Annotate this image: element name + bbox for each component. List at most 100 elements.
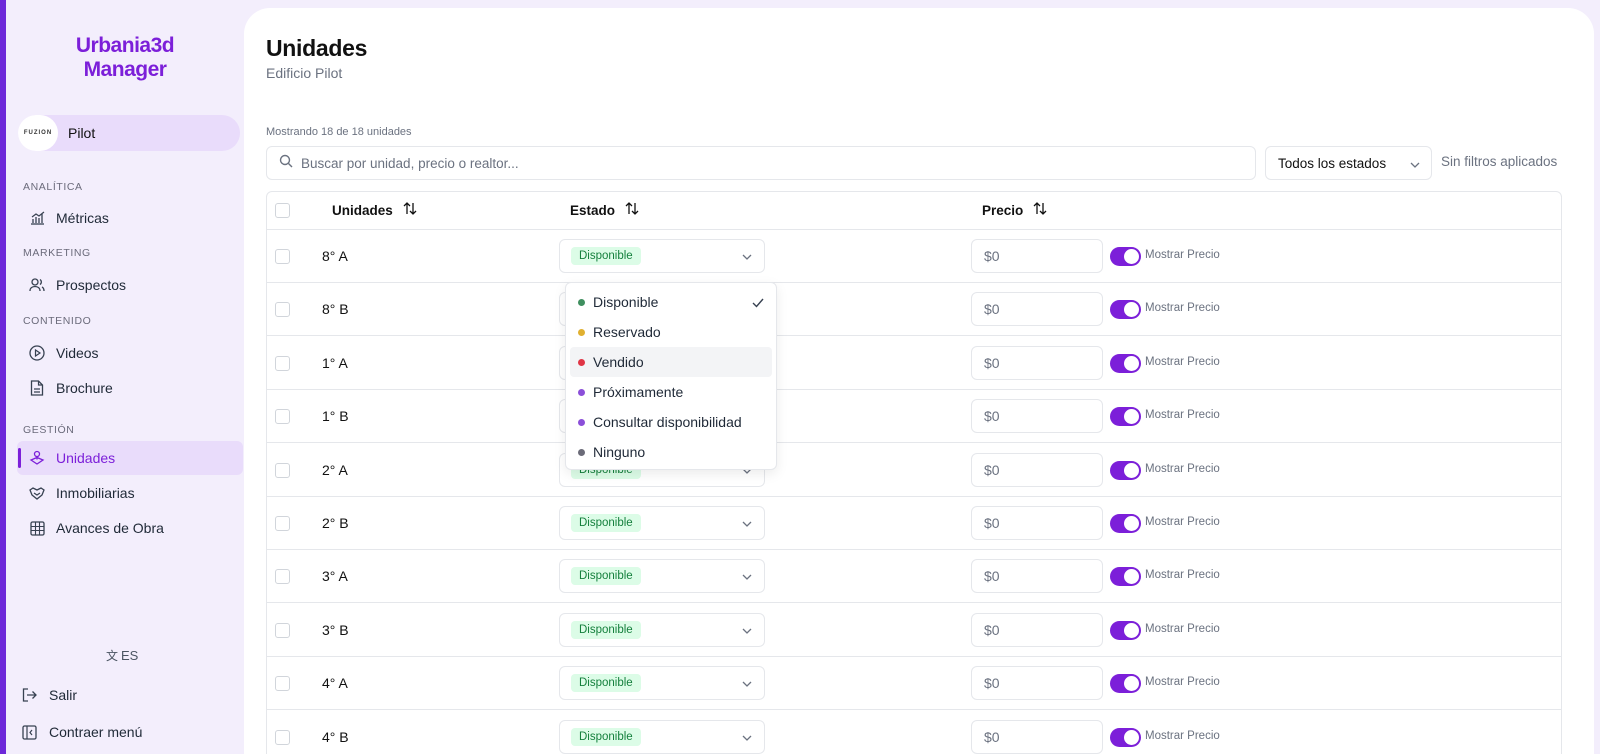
show-price-toggle[interactable] — [1110, 460, 1141, 480]
show-price-toggle[interactable] — [1110, 247, 1141, 266]
section-title-marketing: MARKETING — [23, 247, 91, 259]
price-input[interactable]: $0 — [971, 612, 1103, 647]
logo-line-2: Manager — [83, 58, 167, 81]
row-checkbox[interactable] — [275, 409, 290, 425]
select-all-checkbox[interactable] — [275, 203, 290, 218]
unit-name: 8° B — [322, 301, 349, 318]
price-input[interactable]: $0 — [971, 719, 1103, 754]
chevron-down-icon — [742, 621, 752, 639]
dropdown-option[interactable]: Reservado — [570, 317, 772, 347]
sidebar-item-unidades[interactable]: Unidades — [17, 441, 243, 475]
price-input[interactable]: $0 — [971, 239, 1103, 273]
language-label: ES — [121, 648, 139, 663]
collapse-menu-button[interactable]: Contraer menú — [22, 721, 142, 743]
sidebar-item-videos[interactable]: Videos — [17, 336, 243, 370]
price-input[interactable]: $0 — [971, 506, 1103, 540]
table-row: 2° B Disponible $0 Mostrar Precio — [267, 497, 1561, 550]
status-select[interactable]: Disponible — [559, 612, 765, 647]
row-checkbox[interactable] — [275, 569, 290, 585]
table-row: 3° A Disponible $0 Mostrar Precio — [267, 550, 1561, 604]
section-title-contenido: CONTENIDO — [23, 315, 92, 327]
status-select[interactable]: Disponible — [559, 559, 765, 594]
table-row: 8° B Disponible $0 Mostrar Precio — [267, 283, 1561, 337]
status-dot — [578, 358, 585, 366]
unit-name: 2° A — [322, 461, 348, 478]
app-logo[interactable]: Urbania3d Manager — [6, 34, 244, 82]
page-subtitle: Edificio Pilot — [266, 65, 343, 81]
show-price-toggle[interactable] — [1110, 514, 1141, 533]
section-title-analitica: ANALÍTICA — [23, 181, 83, 193]
show-price-toggle[interactable] — [1110, 353, 1141, 373]
status-select[interactable]: Disponible — [559, 719, 765, 754]
status-select[interactable]: Disponible — [559, 666, 765, 701]
show-price-toggle[interactable] — [1110, 727, 1141, 747]
logout-icon — [22, 687, 38, 703]
row-checkbox[interactable] — [275, 676, 290, 692]
state-filter-select[interactable]: Todos los estados — [1265, 146, 1432, 180]
dropdown-option[interactable]: Vendido — [570, 347, 772, 377]
project-selector[interactable]: FUZION Pilot — [18, 115, 240, 151]
option-label: Ninguno — [593, 444, 646, 460]
show-price-toggle[interactable] — [1110, 300, 1141, 320]
dropdown-option[interactable]: Ninguno — [570, 437, 772, 467]
column-header-estado[interactable]: Estado — [570, 202, 639, 218]
dropdown-option[interactable]: Próximamente — [570, 377, 772, 407]
search-input[interactable] — [301, 155, 1221, 171]
dropdown-option[interactable]: Consultar disponibilidad — [570, 407, 772, 437]
price-input[interactable]: $0 — [971, 345, 1103, 380]
column-header-unidades[interactable]: Unidades — [332, 202, 417, 218]
page-title: Unidades — [266, 35, 368, 61]
status-select[interactable]: Disponible — [559, 239, 765, 273]
logo-line-1: Urbania3d — [75, 34, 175, 57]
price-input[interactable]: $0 — [971, 452, 1103, 487]
sidebar-item-brochure[interactable]: Brochure — [17, 371, 243, 405]
sidebar-item-label: Inmobiliarias — [56, 485, 135, 501]
status-badge: Disponible — [571, 514, 641, 532]
row-checkbox[interactable] — [275, 302, 290, 318]
show-price-toggle[interactable] — [1110, 407, 1141, 427]
project-name: Pilot — [68, 125, 96, 141]
status-badge: Disponible — [571, 727, 641, 746]
price-input[interactable]: $0 — [971, 559, 1103, 594]
sidebar-item-metricas[interactable]: Métricas — [17, 201, 243, 235]
status-select[interactable]: Disponible — [559, 506, 765, 540]
sidebar-item-inmobiliarias[interactable]: Inmobiliarias — [17, 476, 243, 510]
sidebar-item-prospectos[interactable]: Prospectos — [17, 268, 243, 302]
show-price-label: Mostrar Precio — [1145, 249, 1220, 261]
status-badge: Disponible — [571, 247, 641, 265]
chevron-down-icon — [742, 728, 752, 746]
row-checkbox[interactable] — [275, 622, 290, 638]
chevron-down-icon — [1410, 156, 1420, 171]
column-label: Unidades — [332, 202, 393, 218]
show-price-toggle[interactable] — [1110, 567, 1141, 587]
sidebar-item-avances-de-obra[interactable]: Avances de Obra — [17, 511, 243, 545]
sort-icon — [403, 202, 417, 218]
column-label: Estado — [570, 202, 616, 218]
state-filter-value: Todos los estados — [1278, 155, 1387, 171]
search-box[interactable] — [266, 146, 1256, 180]
option-label: Disponible — [593, 294, 659, 310]
show-price-label: Mostrar Precio — [1145, 409, 1220, 422]
column-header-precio[interactable]: Precio — [982, 202, 1047, 218]
price-input[interactable]: $0 — [971, 399, 1103, 434]
show-price-label: Mostrar Precio — [1145, 302, 1220, 315]
sort-icon — [625, 202, 639, 218]
language-selector[interactable]: 文 ES — [106, 647, 138, 664]
sidebar-collapse-icon — [22, 724, 38, 740]
dropdown-option[interactable]: Disponible — [570, 287, 772, 317]
show-price-toggle[interactable] — [1110, 620, 1141, 640]
row-checkbox[interactable] — [275, 462, 290, 478]
price-input[interactable]: $0 — [971, 292, 1103, 327]
price-input[interactable]: $0 — [971, 666, 1103, 701]
logout-button[interactable]: Salir — [22, 684, 77, 706]
project-avatar: FUZION — [18, 115, 58, 151]
row-checkbox[interactable] — [275, 249, 290, 264]
row-checkbox[interactable] — [275, 355, 290, 371]
unit-name: 2° B — [322, 515, 349, 531]
row-checkbox[interactable] — [275, 516, 290, 531]
row-checkbox[interactable] — [275, 729, 290, 745]
show-price-toggle[interactable] — [1110, 674, 1141, 694]
table-row: 4° A Disponible $0 Mostrar Precio — [267, 657, 1561, 711]
units-table: Unidades Estado Precio 8° A Disponible $… — [266, 191, 1562, 754]
column-label: Precio — [982, 202, 1024, 218]
